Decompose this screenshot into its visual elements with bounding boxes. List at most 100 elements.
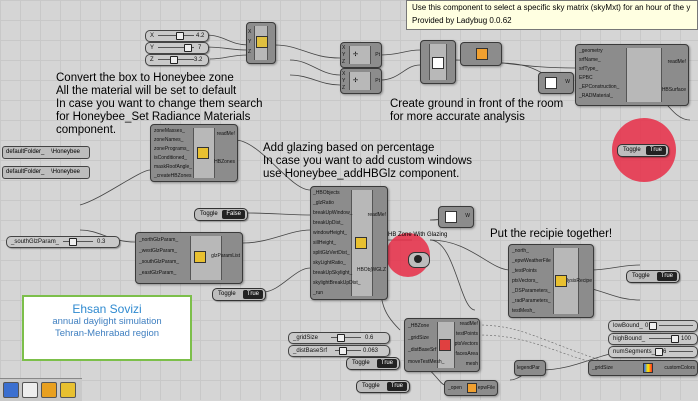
toggle-recipe-value[interactable]: True xyxy=(656,272,677,281)
toggle-glazing-run-value[interactable]: False xyxy=(222,210,245,219)
note-hbz-line-2: All the material will be set to default xyxy=(56,85,237,97)
hb-surface-component[interactable]: _geometry srfName_ srfType_ EPBC _EPCons… xyxy=(575,44,689,106)
glzp-in-2: _southGlzParam_ xyxy=(139,259,180,265)
glzp-in-1: _westGlzParam_ xyxy=(139,248,178,254)
credit-name: Ehsan Sovizi xyxy=(72,302,142,316)
slider-dist-base[interactable]: _distBaseSrf 0.063 xyxy=(288,345,390,357)
open-epw-component[interactable]: _open epwFile xyxy=(444,380,498,396)
recipe-in-5: _radParameters_ xyxy=(512,298,551,304)
slider-x-value: 4.2 xyxy=(196,33,205,39)
slider-grid-size-knob[interactable] xyxy=(337,334,345,342)
recipe-in-0: _north_ xyxy=(512,248,529,254)
toggle-recipe[interactable]: Toggle True xyxy=(626,270,680,283)
toggle-glazing[interactable]: Toggle True xyxy=(212,288,266,301)
slider-y-knob[interactable] xyxy=(184,44,192,52)
slider-num-segments-knob[interactable] xyxy=(655,348,663,356)
glazing-params-component[interactable]: _northGlzParam_ _westGlzParam_ _southGlz… xyxy=(135,232,243,284)
slider-num-segments[interactable]: numSegments_ 6 xyxy=(608,346,698,358)
rectangle-component[interactable] xyxy=(420,40,456,84)
toggle-glazing-run[interactable]: Toggle False xyxy=(194,208,248,221)
cube-icon xyxy=(445,211,457,223)
analysis-recipe-component[interactable]: _north_ _epwWeatherFile _testPoints ptsV… xyxy=(508,244,594,318)
slider-south-glz[interactable]: _southGlzParam_ 0.3 xyxy=(6,236,120,248)
default-folder-param-1[interactable]: defaultFolder_ \Honeybee xyxy=(2,146,90,159)
tp-out-2: ptsVectors xyxy=(454,341,478,347)
m2z-in-4: maskRoofAngle_ xyxy=(154,164,193,170)
glazing-by-ratio-component[interactable]: _HBObjects _glzRatio breakUpWindow_ brea… xyxy=(310,186,388,300)
ladybug-app-icon[interactable] xyxy=(41,382,57,398)
slider-y[interactable]: Y 7 xyxy=(145,42,209,54)
hb-zone-glazing-label: HB Zone With Glazing xyxy=(388,232,448,238)
note-ground: Create ground in front of the room for m… xyxy=(390,98,563,124)
toggle-mesh-value[interactable]: True xyxy=(376,359,397,368)
toggle-ground-value[interactable]: True xyxy=(645,146,666,155)
glz-out-0: readMe! xyxy=(367,212,386,218)
tp-out-3: facesArea xyxy=(455,351,478,357)
tp-out-0: readMe! xyxy=(459,321,478,327)
honeybee-app-icon[interactable] xyxy=(60,382,76,398)
glz-out-1: HBObjWGLZ xyxy=(356,267,386,273)
recipe-in-6: testMesh_ xyxy=(512,308,536,314)
tp-in-2: _distBaseSrf xyxy=(408,347,437,353)
slider-grid-size[interactable]: _gridSize 0.6 xyxy=(288,332,390,344)
custom-colors-component[interactable]: _gridSize customColors xyxy=(588,360,698,376)
toggle-glazing-value[interactable]: True xyxy=(242,290,263,299)
legend-param-component[interactable]: legendPar xyxy=(514,360,546,376)
slider-high-bound[interactable]: highBound_ 100 xyxy=(608,333,698,345)
construct-point-2[interactable]: X Y Z Pt ✢ xyxy=(340,68,382,94)
slider-low-bound-knob[interactable] xyxy=(649,322,657,330)
slider-low-bound[interactable]: lowBound_ 0 xyxy=(608,320,698,332)
slider-grid-size-track xyxy=(331,337,361,338)
recipe-in-3: ptsVectors_ xyxy=(512,278,539,284)
credit-box: Ehsan Sovizi annual daylight simulation … xyxy=(22,295,192,361)
slider-high-bound-knob[interactable] xyxy=(671,335,679,343)
slider-grid-size-label: _gridSize xyxy=(293,335,319,341)
toggle-epw[interactable]: Toggle True xyxy=(356,380,410,393)
slider-y-label: Y xyxy=(150,45,155,51)
preview-component[interactable]: W xyxy=(438,206,474,228)
box-input-x: X xyxy=(248,29,252,35)
pt1-output: Pt xyxy=(375,52,380,58)
epw-in-open: _open xyxy=(448,385,462,391)
box-icon xyxy=(256,36,268,48)
slider-south-glz-knob[interactable] xyxy=(69,238,77,246)
rhino-app-icon[interactable] xyxy=(3,382,19,398)
tp-out-1: testPoints xyxy=(456,331,478,337)
folder-param-1-label: defaultFolder_ xyxy=(6,149,45,155)
tooltip-line-2: Provided by Ladybug 0.0.62 xyxy=(412,16,512,25)
folder-param-1-value: \Honeybee xyxy=(51,149,81,155)
geo-in-3: EPBC xyxy=(579,75,593,81)
pt2-input-z: Z xyxy=(342,85,346,91)
slider-x-knob[interactable] xyxy=(176,32,184,40)
masses-to-zones-component[interactable]: zoneMasses_ zoneNames_ zonePrograms_ isC… xyxy=(150,124,238,182)
toggle-glazing-label: Toggle xyxy=(218,291,236,297)
recipe-in-2: _testPoints xyxy=(512,268,537,274)
recipe-in-4: _DSParameters_ xyxy=(512,288,551,294)
slider-z-label: Z xyxy=(150,57,154,63)
slider-x[interactable]: X 4.2 xyxy=(145,30,209,42)
tooltip: Use this component to select a specific … xyxy=(406,0,698,30)
slider-dist-base-knob[interactable] xyxy=(339,347,347,355)
surface-component[interactable] xyxy=(460,42,502,66)
slider-z[interactable]: Z 3.2 xyxy=(145,54,209,66)
slider-z-knob[interactable] xyxy=(170,56,178,64)
note-hbz-line-4: for Honeybee_Set Radiance Materials xyxy=(56,111,251,123)
default-folder-param-2[interactable]: defaultFolder_ \Honeybee xyxy=(2,166,90,179)
glzp-in-3: _eastGlzParam_ xyxy=(139,270,177,276)
construct-point-1[interactable]: X Y Z Pt ✢ xyxy=(340,42,382,68)
box-component[interactable]: X Y Z xyxy=(246,22,276,64)
vector-component[interactable]: W xyxy=(538,72,574,94)
slider-num-segments-track xyxy=(669,351,693,352)
toggle-mesh-label: Toggle xyxy=(352,360,370,366)
box-input-z: Z xyxy=(248,49,252,55)
colors-in-grid: _gridSize xyxy=(592,365,613,371)
toggle-ground[interactable]: Toggle True xyxy=(617,144,669,157)
slider-high-bound-value: 100 xyxy=(681,336,692,342)
toggle-mesh[interactable]: Toggle True xyxy=(346,357,400,370)
legend-param-label: legendPar xyxy=(517,365,540,371)
grasshopper-app-icon[interactable] xyxy=(22,382,38,398)
relay-node[interactable] xyxy=(408,252,430,268)
toggle-epw-value[interactable]: True xyxy=(386,382,407,391)
test-points-component[interactable]: _HBZone _gridSize _distBaseSrf moveTestM… xyxy=(404,318,480,372)
note-glz-line-3: use Honeybee_addHBGlz component. xyxy=(263,168,460,180)
